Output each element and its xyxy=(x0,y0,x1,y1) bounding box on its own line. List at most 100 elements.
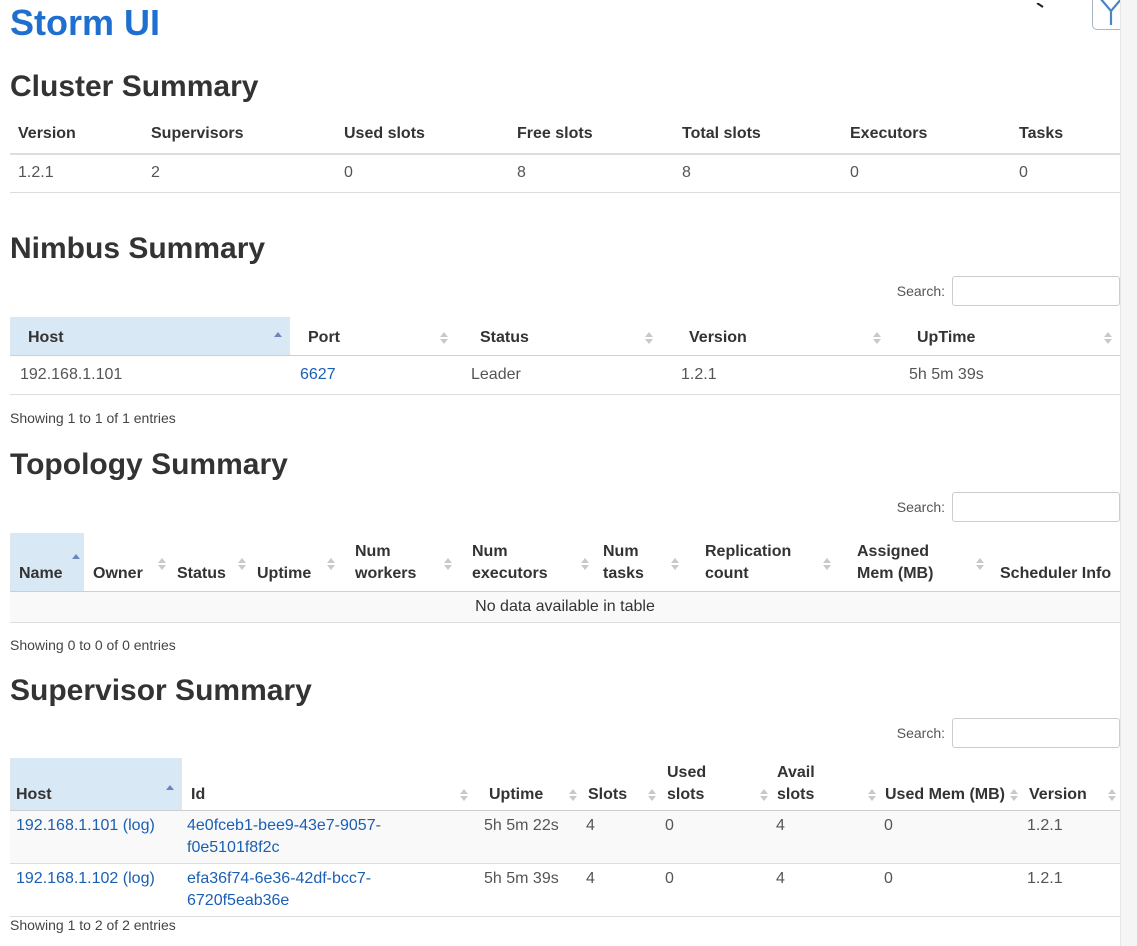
col-supervisors: Supervisors xyxy=(143,114,336,155)
supervisor-summary-table: Host Id Uptime Slots Used slots Avail sl… xyxy=(10,758,1120,917)
col-uptime[interactable]: Uptime xyxy=(472,758,581,811)
host-link[interactable]: 192.168.1.102 xyxy=(16,870,118,887)
cell-avail-slots: 4 xyxy=(770,863,878,917)
col-avail-slots[interactable]: Avail slots xyxy=(770,758,878,811)
col-replication-count[interactable]: Replication count xyxy=(681,533,833,592)
nimbus-summary-title: Nimbus Summary xyxy=(10,232,266,265)
sort-both-icon xyxy=(1108,789,1116,801)
col-version-label: Version xyxy=(1029,786,1087,803)
cell-used-mem: 0 xyxy=(878,863,1018,917)
cell-executors: 0 xyxy=(842,154,1011,193)
col-assigned-mem-label: Assigned Mem (MB) xyxy=(857,543,934,582)
col-version[interactable]: Version xyxy=(1018,758,1120,811)
nimbus-search-input[interactable] xyxy=(952,276,1120,306)
nimbus-table-info: Showing 1 to 1 of 1 entries xyxy=(10,410,176,426)
cell-slots: 4 xyxy=(581,863,660,917)
col-uptime-label: Uptime xyxy=(489,786,544,803)
sort-both-icon xyxy=(1104,331,1112,344)
col-port-label: Port xyxy=(308,328,340,346)
col-port[interactable]: Port xyxy=(290,317,456,356)
table-row: 192.168.1.101 (log) 4e0fceb1-bee9-43e7-9… xyxy=(10,810,1120,864)
col-used-mem-label: Used Mem (MB) xyxy=(885,786,1006,803)
col-num-executors-label: Num executors xyxy=(472,543,548,582)
col-status[interactable]: Status xyxy=(168,533,248,592)
storm-ui-home-link[interactable]: Storm UI xyxy=(10,2,160,44)
supervisor-summary-title: Supervisor Summary xyxy=(10,674,312,707)
col-status[interactable]: Status xyxy=(456,317,661,356)
log-link[interactable]: (log) xyxy=(123,817,155,834)
col-host[interactable]: Host xyxy=(10,758,182,811)
log-link[interactable]: (log) xyxy=(123,870,155,887)
sort-both-icon xyxy=(671,558,679,570)
sort-both-icon xyxy=(440,331,448,344)
sort-asc-icon xyxy=(166,785,174,790)
col-uptime[interactable]: UpTime xyxy=(889,317,1120,356)
col-slots[interactable]: Slots xyxy=(581,758,660,811)
sort-both-icon xyxy=(569,789,577,801)
col-replication-count-label: Replication count xyxy=(705,543,792,582)
supervisor-id-link[interactable]: efa36f74-6e36-42df-bcc7-6720f5eab36e xyxy=(187,870,371,909)
col-num-workers[interactable]: Num workers xyxy=(337,533,454,592)
col-used-slots[interactable]: Used slots xyxy=(660,758,770,811)
cell-status: Leader xyxy=(456,355,661,395)
supervisor-search: Search: xyxy=(897,718,1120,748)
col-host[interactable]: Host xyxy=(10,317,290,356)
sort-both-icon xyxy=(760,789,768,801)
table-row: 192.168.1.101 6627 Leader 1.2.1 5h 5m 39… xyxy=(10,355,1120,395)
col-host-label: Host xyxy=(28,328,64,346)
sort-both-icon xyxy=(823,558,831,570)
cell-slots: 4 xyxy=(581,810,660,864)
table-row: 192.168.1.102 (log) efa36f74-6e36-42df-b… xyxy=(10,863,1120,917)
search-label: Search: xyxy=(896,283,945,299)
sort-both-icon xyxy=(1010,789,1018,801)
cell-uptime: 5h 5m 39s xyxy=(889,355,1120,395)
col-used-slots-label: Used slots xyxy=(667,764,707,803)
nimbus-header-row: Host Port Status Version UpTime xyxy=(10,317,1120,356)
topology-table-info: Showing 0 to 0 of 0 entries xyxy=(10,637,176,653)
col-owner[interactable]: Owner xyxy=(84,533,168,592)
col-used-mem[interactable]: Used Mem (MB) xyxy=(878,758,1018,811)
cell-used-slots: 0 xyxy=(660,810,770,864)
col-id[interactable]: Id xyxy=(182,758,472,811)
cell-uptime: 5h 5m 22s xyxy=(472,810,581,864)
sort-both-icon xyxy=(976,558,984,570)
col-tasks: Tasks xyxy=(1011,114,1120,155)
col-assigned-mem[interactable]: Assigned Mem (MB) xyxy=(833,533,986,592)
col-name-label: Name xyxy=(19,565,63,582)
topology-search-input[interactable] xyxy=(952,492,1120,522)
col-total-slots: Total slots xyxy=(674,114,842,155)
col-version: Version xyxy=(10,114,143,155)
sort-both-icon xyxy=(460,789,468,801)
host-link[interactable]: 192.168.1.101 xyxy=(16,817,118,834)
col-executors: Executors xyxy=(842,114,1011,155)
col-version[interactable]: Version xyxy=(661,317,889,356)
topology-search: Search: xyxy=(897,492,1120,522)
vertical-scrollbar[interactable] xyxy=(1120,0,1137,946)
sort-both-icon xyxy=(327,558,335,570)
col-uptime-label: Uptime xyxy=(257,565,312,582)
cell-free-slots: 8 xyxy=(509,154,674,193)
port-link[interactable]: 6627 xyxy=(300,366,336,383)
col-host-label: Host xyxy=(16,786,52,803)
col-num-workers-label: Num workers xyxy=(355,543,417,582)
cell-avail-slots: 4 xyxy=(770,810,878,864)
col-used-slots: Used slots xyxy=(336,114,509,155)
cell-used-mem: 0 xyxy=(878,810,1018,864)
col-name[interactable]: Name xyxy=(10,533,84,592)
sort-both-icon xyxy=(648,789,656,801)
topology-header-row: Name Owner Status Uptime Num workers Num… xyxy=(10,533,1120,592)
supervisor-search-input[interactable] xyxy=(952,718,1120,748)
cell-version: 1.2.1 xyxy=(661,355,889,395)
col-uptime[interactable]: Uptime xyxy=(248,533,337,592)
col-scheduler-info-label: Scheduler Info xyxy=(1000,565,1112,582)
col-scheduler-info[interactable]: Scheduler Info xyxy=(986,533,1120,592)
cell-supervisors: 2 xyxy=(143,154,336,193)
col-num-executors[interactable]: Num executors xyxy=(454,533,589,592)
supervisor-id-link[interactable]: 4e0fceb1-bee9-43e7-9057-f0e5101f8f2c xyxy=(187,817,381,856)
sort-both-icon xyxy=(868,789,876,801)
col-num-tasks[interactable]: Num tasks xyxy=(589,533,681,592)
sort-both-icon xyxy=(444,558,452,570)
cell-used-slots: 0 xyxy=(336,154,509,193)
cell-version: 1.2.1 xyxy=(1018,810,1120,864)
col-version-label: Version xyxy=(689,328,747,346)
